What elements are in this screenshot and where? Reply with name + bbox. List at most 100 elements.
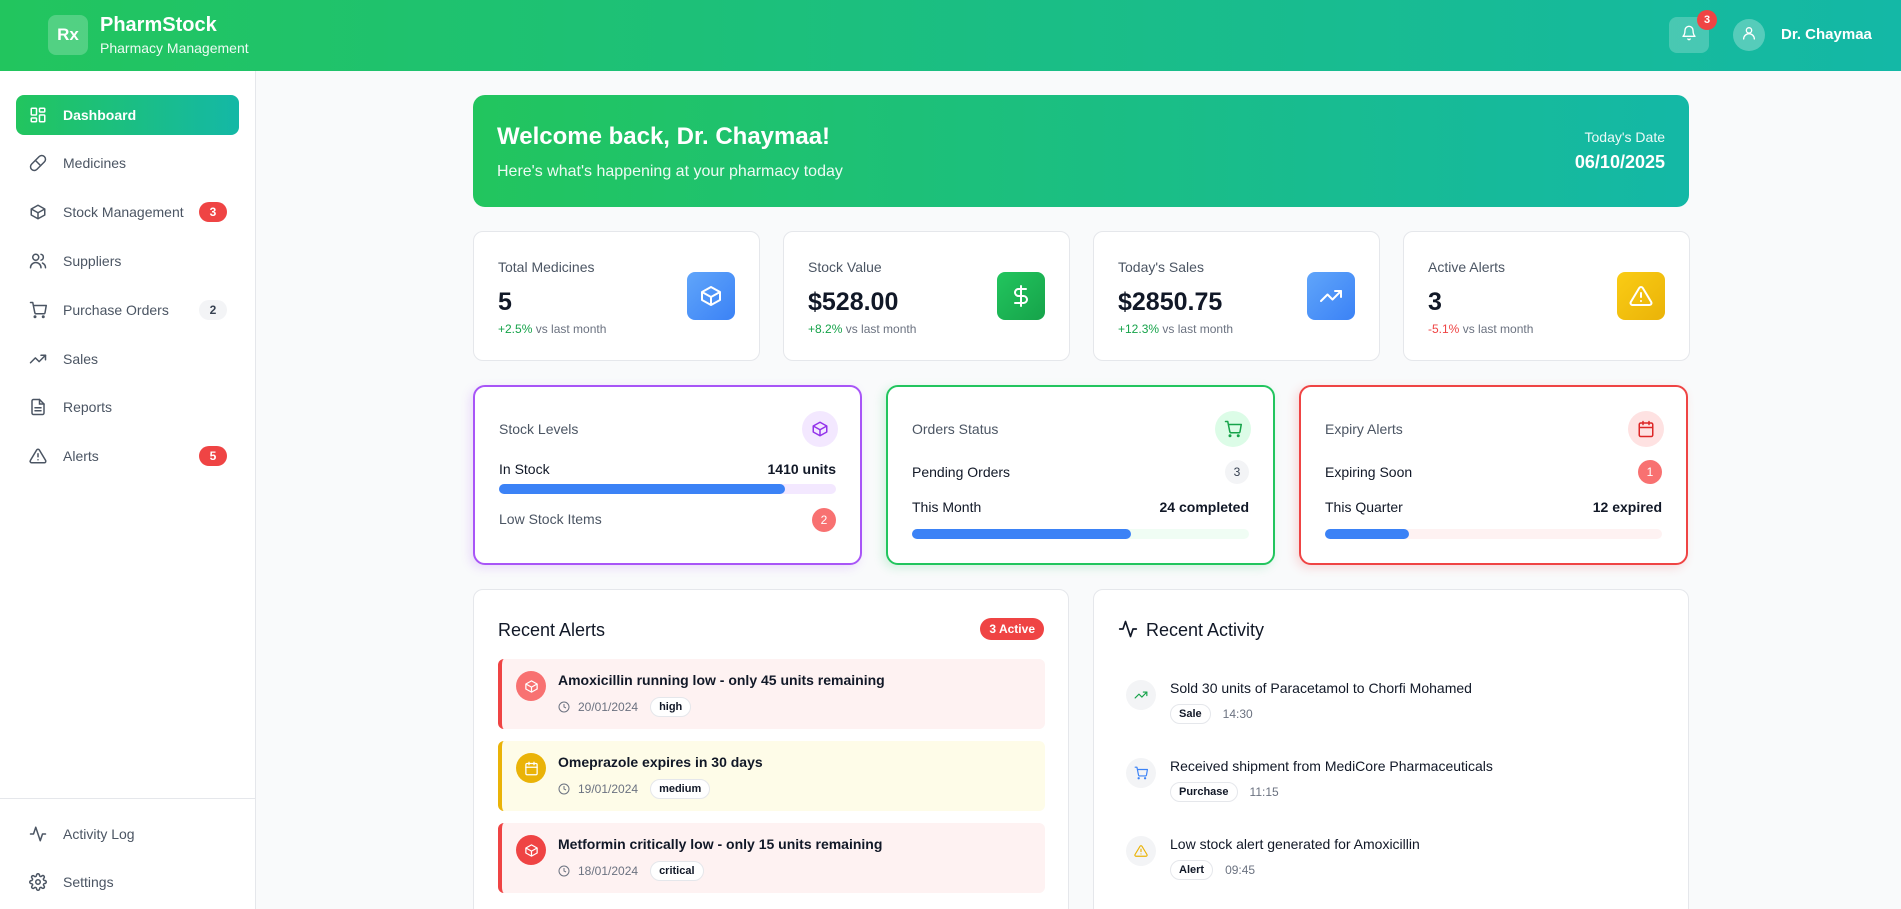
activity-item: Sold 30 units of Paracetamol to Chorfi M… <box>1118 672 1658 732</box>
stat-change: +2.5% vs last month <box>498 322 607 336</box>
stat-card-active-alerts: Active Alerts 3 -5.1% vs last month <box>1403 231 1690 361</box>
alert-triangle-icon <box>1617 272 1665 320</box>
in-stock-progress <box>499 484 836 494</box>
alert-item[interactable]: Metformin critically low - only 15 units… <box>498 823 1045 893</box>
trending-up-icon <box>1307 272 1355 320</box>
alert-triangle-icon <box>1126 836 1156 866</box>
stat-value: $2850.75 <box>1118 288 1223 316</box>
cart-icon <box>28 300 48 320</box>
stat-title: Active Alerts <box>1428 259 1506 275</box>
sidebar-item-label: Sales <box>63 351 99 367</box>
alert-triangle-icon <box>28 446 48 466</box>
calendar-icon <box>516 753 546 783</box>
sidebar-item-suppliers[interactable]: Suppliers <box>16 241 239 281</box>
activity-icon <box>1118 619 1138 644</box>
recent-alerts-panel: Recent Alerts 3 Active Amoxicillin runni… <box>473 589 1069 909</box>
trending-up-icon <box>28 349 48 369</box>
dollar-icon <box>997 272 1045 320</box>
sidebar-item-label: Purchase Orders <box>63 302 169 318</box>
trending-up-icon <box>1126 680 1156 710</box>
pill-icon <box>28 153 48 173</box>
alert-item[interactable]: Omeprazole expires in 30 days 19/01/2024… <box>498 741 1045 811</box>
top-header: Rx PharmStock Pharmacy Management 3 Dr. … <box>0 0 1901 71</box>
stat-card-total-medicines: Total Medicines 5 +2.5% vs last month <box>473 231 760 361</box>
expiring-soon-count: 1 <box>1638 460 1662 484</box>
stat-title: Stock Value <box>808 259 882 275</box>
low-stock-count: 2 <box>812 508 836 532</box>
orders-status-card: Orders Status Pending Orders 3 This Mont… <box>886 385 1275 565</box>
expiry-progress-fill <box>1325 529 1410 539</box>
panel-title: Recent Activity <box>1146 620 1265 640</box>
package-icon <box>687 272 735 320</box>
card-title: Stock Levels <box>499 421 579 437</box>
stat-change: -5.1% vs last month <box>1428 322 1534 336</box>
alert-message: Metformin critically low - only 15 units… <box>558 836 883 852</box>
sidebar-divider <box>0 798 256 799</box>
notification-badge: 3 <box>1697 10 1717 30</box>
alert-message: Amoxicillin running low - only 45 units … <box>558 672 885 688</box>
user-name[interactable]: Dr. Chaymaa <box>1781 26 1872 43</box>
clock-icon <box>558 701 570 713</box>
sidebar-item-stock-management[interactable]: Stock Management 3 <box>16 192 239 232</box>
in-stock-value: 1410 units <box>767 461 836 477</box>
expiring-soon-label: Expiring Soon <box>1325 464 1413 480</box>
in-stock-label: In Stock <box>499 461 550 477</box>
activity-item: Low stock alert generated for Amoxicilli… <box>1118 828 1658 888</box>
cart-icon <box>1126 758 1156 788</box>
activity-message: Low stock alert generated for Amoxicilli… <box>1170 836 1420 852</box>
activity-icon <box>28 824 48 844</box>
sidebar-item-alerts[interactable]: Alerts 5 <box>16 436 239 476</box>
clock-icon <box>558 865 570 877</box>
activity-time: 09:45 <box>1225 863 1256 877</box>
sidebar: Dashboard Medicines Stock Management 3 S… <box>0 71 256 909</box>
package-icon <box>516 671 546 701</box>
welcome-subtitle: Here's what's happening at your pharmacy… <box>497 163 843 180</box>
severity-tag: high <box>650 697 692 717</box>
sidebar-item-label: Alerts <box>63 448 99 464</box>
card-title: Expiry Alerts <box>1325 421 1403 437</box>
low-stock-label: Low Stock Items <box>499 511 602 527</box>
severity-tag: medium <box>650 779 711 799</box>
stat-title: Total Medicines <box>498 259 595 275</box>
brand-subtitle: Pharmacy Management <box>100 40 249 56</box>
activity-item: Received shipment from MediCore Pharmace… <box>1118 750 1658 810</box>
sidebar-item-reports[interactable]: Reports <box>16 387 239 427</box>
clock-icon <box>558 783 570 795</box>
expiry-alerts-card: Expiry Alerts Expiring Soon 1 This Quart… <box>1299 385 1688 565</box>
activity-meta: Purchase 11:15 <box>1170 782 1279 802</box>
brand-name: PharmStock <box>100 14 217 36</box>
activity-type-tag: Alert <box>1170 860 1214 880</box>
sidebar-item-label: Activity Log <box>63 826 135 842</box>
alert-item[interactable]: Amoxicillin running low - only 45 units … <box>498 659 1045 729</box>
stat-value: 3 <box>1428 288 1442 316</box>
sidebar-item-purchase-orders[interactable]: Purchase Orders 2 <box>16 290 239 330</box>
stat-change: +12.3% vs last month <box>1118 322 1234 336</box>
stat-change: +8.2% vs last month <box>808 322 917 336</box>
this-quarter-label: This Quarter <box>1325 499 1403 515</box>
bell-icon <box>1681 25 1697 46</box>
date-label: Today's Date <box>1584 129 1666 145</box>
activity-time: 14:30 <box>1222 707 1253 721</box>
sidebar-item-medicines[interactable]: Medicines <box>16 143 239 183</box>
sidebar-item-sales[interactable]: Sales <box>16 339 239 379</box>
sidebar-item-settings[interactable]: Settings <box>16 862 239 902</box>
severity-tag: critical <box>650 861 704 881</box>
orders-progress-fill <box>912 529 1132 539</box>
alert-meta: 18/01/2024 critical <box>558 861 704 881</box>
this-month-label: This Month <box>912 499 982 515</box>
alerts-badge: 5 <box>199 446 227 466</box>
sidebar-item-activity-log[interactable]: Activity Log <box>16 814 239 854</box>
package-icon <box>802 411 838 447</box>
stock-levels-card: Stock Levels In Stock 1410 units Low Sto… <box>473 385 862 565</box>
activity-message: Sold 30 units of Paracetamol to Chorfi M… <box>1170 680 1472 696</box>
sidebar-item-dashboard[interactable]: Dashboard <box>16 95 239 135</box>
this-month-value: 24 completed <box>1159 499 1249 515</box>
sidebar-item-label: Reports <box>63 399 113 415</box>
alert-meta: 19/01/2024 medium <box>558 779 711 799</box>
alert-date: 18/01/2024 <box>578 864 639 878</box>
calendar-icon <box>1628 411 1664 447</box>
alert-meta: 20/01/2024 high <box>558 697 692 717</box>
activity-message: Received shipment from MediCore Pharmace… <box>1170 758 1493 774</box>
file-text-icon <box>28 397 48 417</box>
avatar[interactable] <box>1733 19 1765 51</box>
